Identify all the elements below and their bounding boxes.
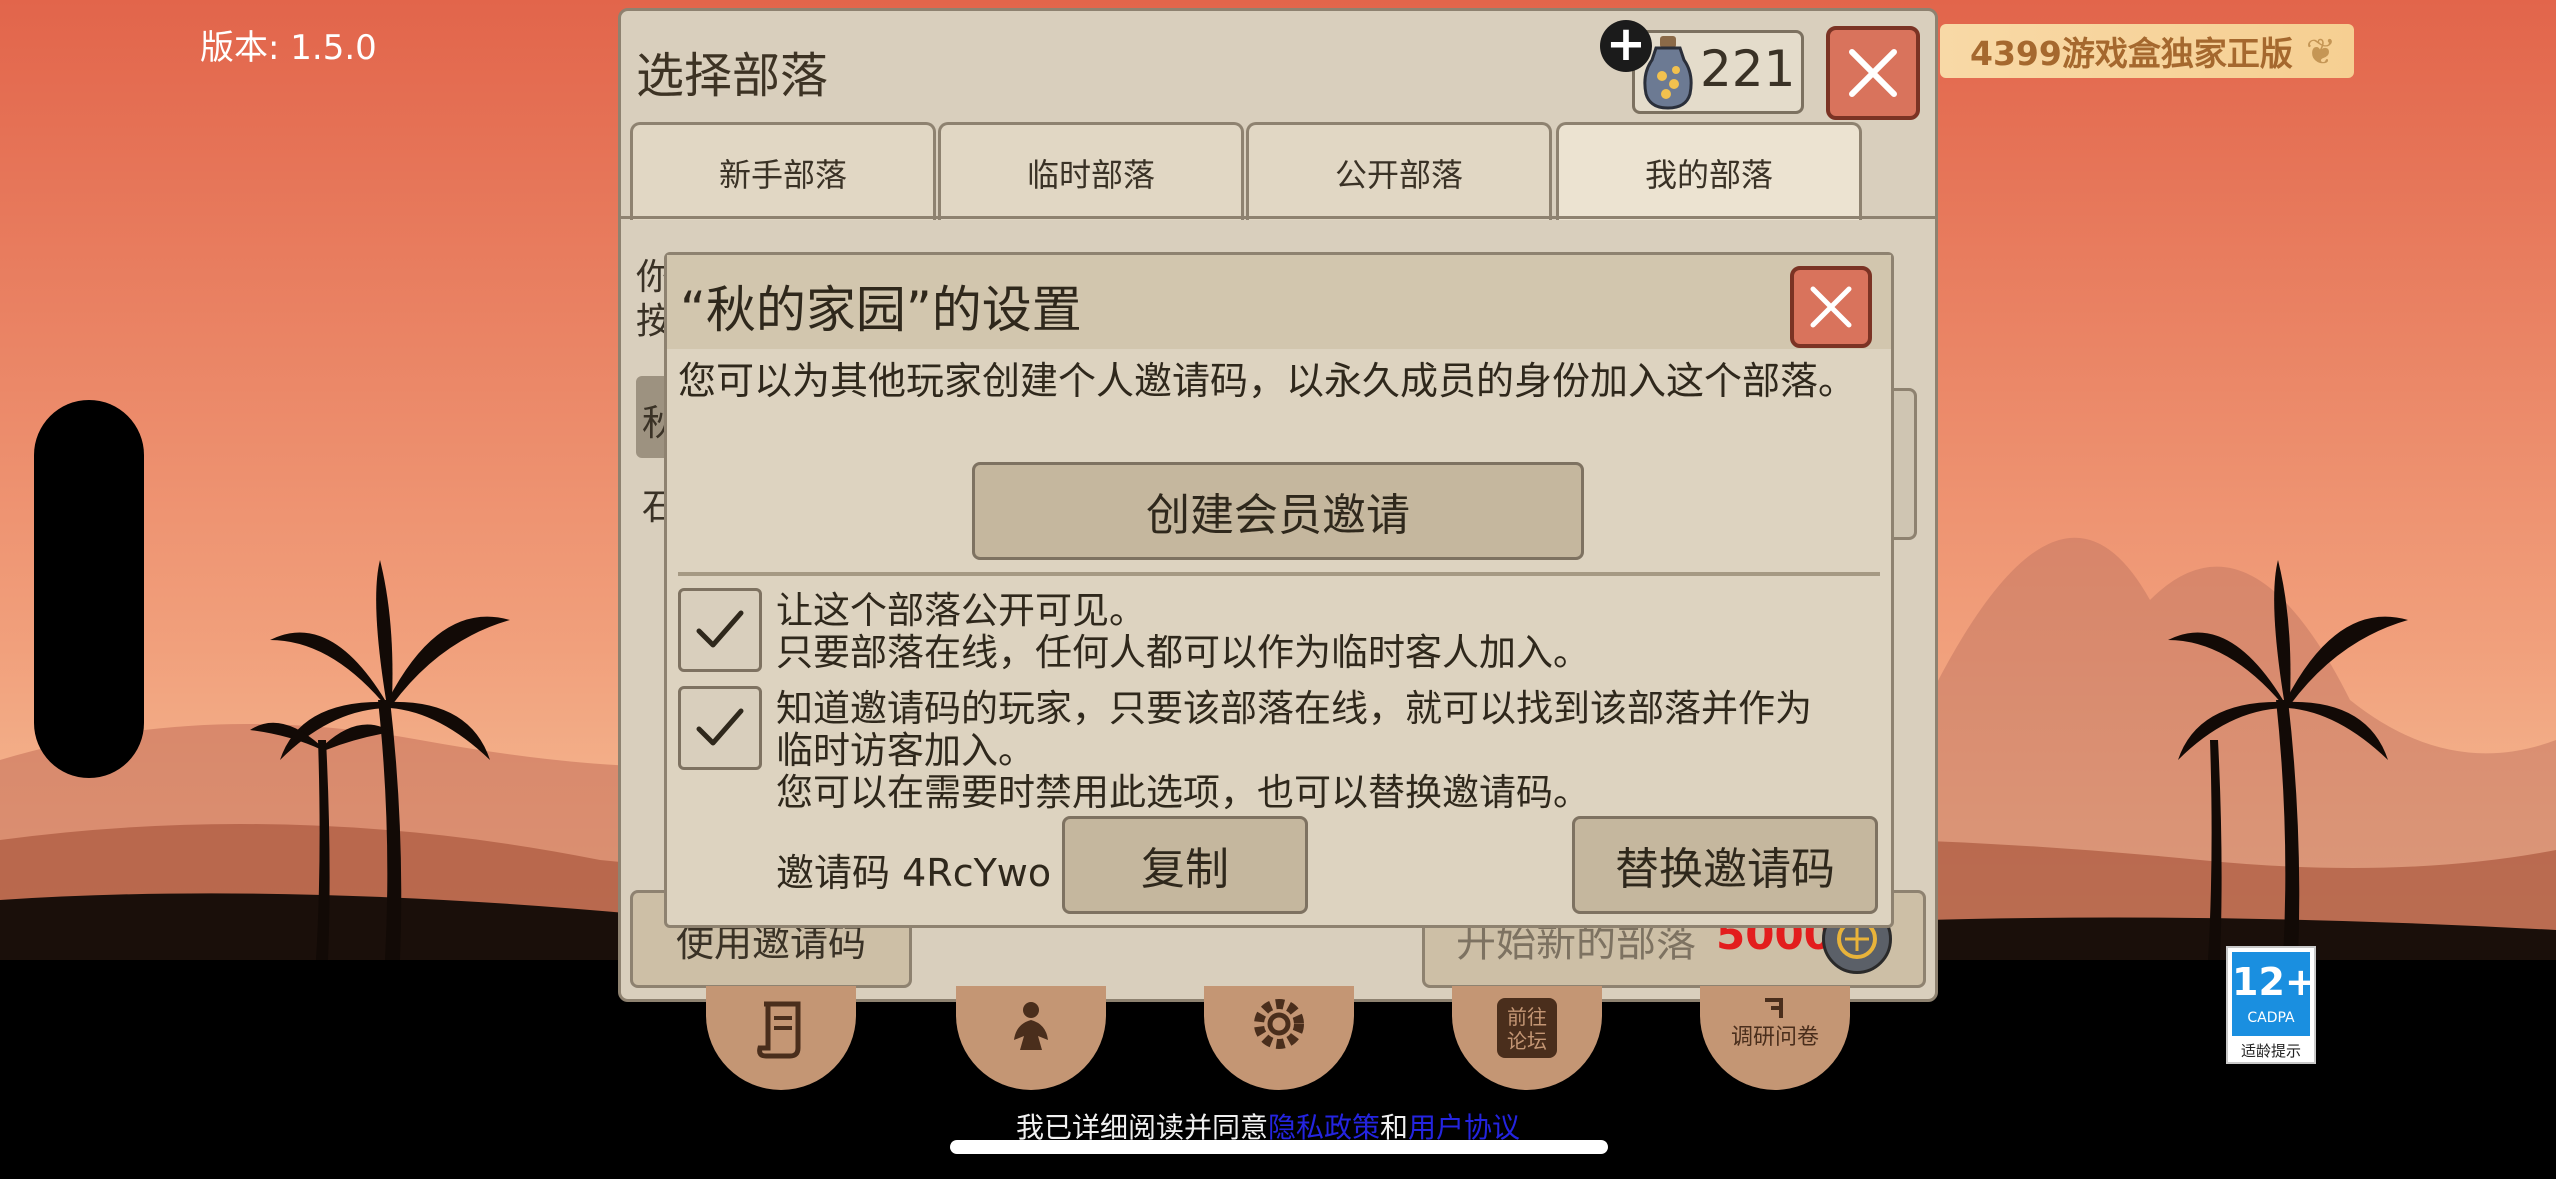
invite-option-line2: 临时访客加入。 bbox=[776, 729, 1035, 772]
hidden-row-edge bbox=[1894, 388, 1917, 540]
svg-text:前往: 前往 bbox=[1507, 1005, 1547, 1029]
invite-option-line1: 知道邀请码的玩家，只要该部落在线，就可以找到该部落并作为 bbox=[776, 687, 1812, 730]
tab-temporary-tribe[interactable]: 临时部落 bbox=[938, 122, 1244, 220]
panel-title: 选择部落 bbox=[636, 48, 829, 104]
meditation-icon bbox=[1014, 1002, 1048, 1050]
dialog-description: 您可以为其他玩家创建个人邀请码，以永久成员的身份加入这个部落。 bbox=[678, 359, 1857, 403]
button-label: 创建会员邀请 bbox=[1146, 490, 1410, 541]
tab-label: 公开部落 bbox=[1334, 155, 1463, 194]
public-visible-checkbox[interactable] bbox=[678, 588, 762, 672]
age-rating-box: 12+ CADPA bbox=[2232, 952, 2317, 1036]
invite-code-label: 邀请码 bbox=[776, 851, 891, 895]
version-label: 版本: 1.5.0 bbox=[200, 28, 377, 68]
side-handle[interactable] bbox=[34, 400, 144, 778]
button-label: 替换邀请码 bbox=[1615, 844, 1835, 895]
create-member-invite-button[interactable]: 创建会员邀请 bbox=[972, 462, 1584, 560]
add-coins-button[interactable]: + bbox=[1600, 20, 1652, 72]
invite-join-checkbox[interactable] bbox=[678, 686, 762, 770]
tab-label: 新手部落 bbox=[718, 155, 847, 194]
tab-divider bbox=[620, 216, 1936, 219]
promo-badge: 4399游戏盒独家正版 ❦ bbox=[1940, 24, 2354, 78]
replace-invite-code-button[interactable]: 替换邀请码 bbox=[1572, 816, 1878, 914]
forum-icon: 前往 论坛 bbox=[1497, 998, 1557, 1058]
svg-text:调研问卷: 调研问卷 bbox=[1731, 1025, 1819, 1050]
tab-label: 我的部落 bbox=[1644, 155, 1773, 194]
copy-invite-code-button[interactable]: 复制 bbox=[1062, 816, 1308, 914]
svg-text:论坛: 论坛 bbox=[1507, 1029, 1547, 1053]
panel-close-button[interactable] bbox=[1826, 26, 1920, 120]
tab-my-tribe[interactable]: 我的部落 bbox=[1556, 122, 1862, 220]
dialog-close-button[interactable] bbox=[1790, 266, 1872, 348]
gear-icon bbox=[1254, 999, 1304, 1049]
close-icon bbox=[1810, 286, 1852, 328]
scroll-icon bbox=[757, 1001, 801, 1059]
home-indicator[interactable] bbox=[950, 1140, 1608, 1154]
public-option-line2: 只要部落在线，任何人都可以作为临时客人加入。 bbox=[776, 631, 1590, 674]
button-label: 复制 bbox=[1141, 844, 1229, 895]
public-option-line1: 让这个部落公开可见。 bbox=[776, 589, 1146, 632]
age-rating-number: 12+ bbox=[2232, 960, 2317, 1004]
coin-count: 221 bbox=[1700, 40, 1796, 98]
dialog-title: “秋的家园”的设置 bbox=[680, 281, 1082, 339]
dialog-divider bbox=[678, 572, 1880, 576]
age-rating-org: CADPA bbox=[2247, 1010, 2295, 1026]
age-rating-hint: 适龄提示 bbox=[2240, 1042, 2301, 1060]
survey-icon: 调研问卷 bbox=[1731, 998, 1819, 1050]
tab-label: 临时部落 bbox=[1026, 155, 1155, 194]
tab-public-tribe[interactable]: 公开部落 bbox=[1246, 122, 1552, 220]
laurel-icon: ❦ bbox=[2305, 32, 2336, 73]
invite-option-line3: 您可以在需要时禁用此选项，也可以替换邀请码。 bbox=[776, 771, 1590, 814]
tab-newbie-tribe[interactable]: 新手部落 bbox=[630, 122, 936, 220]
promo-badge-text: 4399游戏盒独家正版 bbox=[1970, 34, 2293, 73]
invite-code-display: 邀请码 4RcYwo bbox=[776, 842, 1051, 897]
invite-code-value: 4RcYwo bbox=[902, 851, 1052, 895]
close-icon bbox=[1849, 49, 1897, 97]
checkmark-icon bbox=[696, 708, 744, 746]
checkmark-icon bbox=[696, 610, 744, 648]
